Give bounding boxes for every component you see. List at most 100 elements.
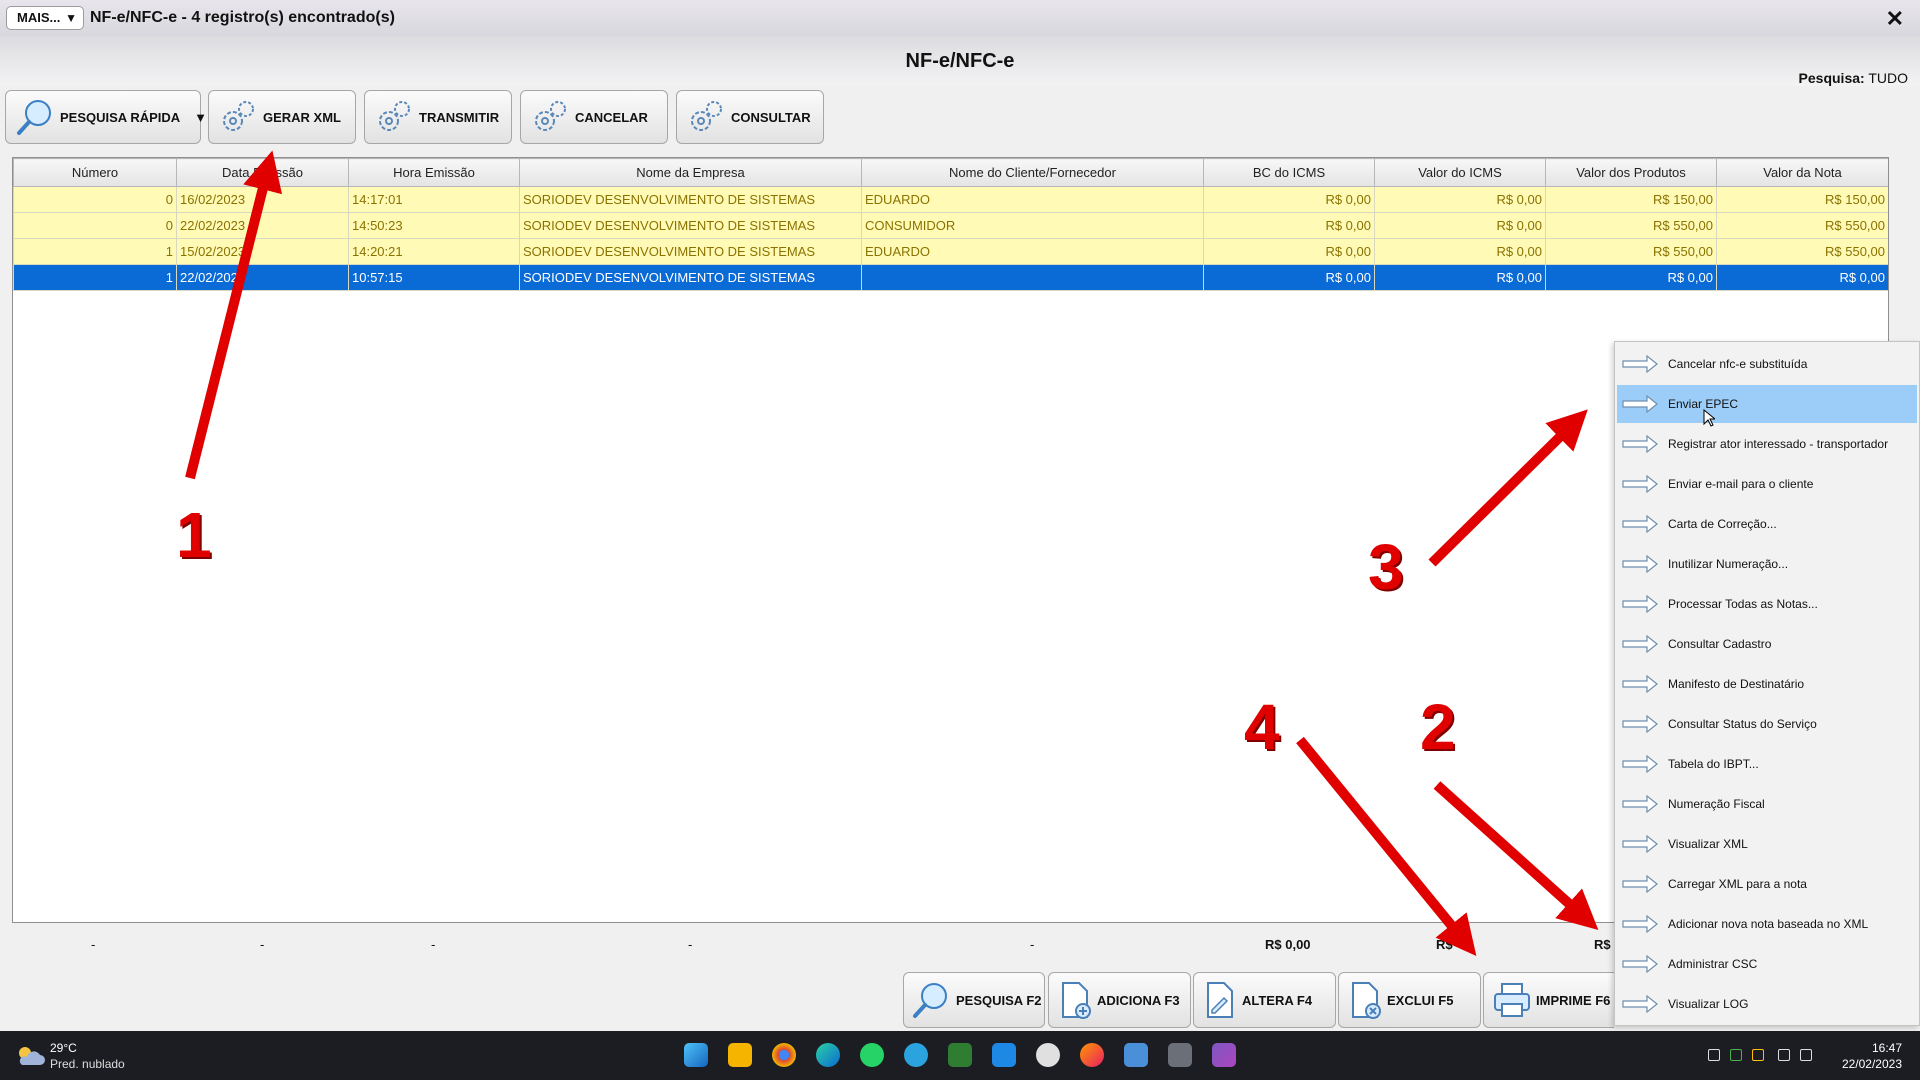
generate-xml-button[interactable]: GERAR XML [208,90,356,144]
menu-item-label: Numeração Fiscal [1668,797,1765,811]
column-header[interactable]: Nome da Empresa [519,158,862,187]
cancel-button[interactable]: CANCELAR [520,90,668,144]
spreadsheet-icon[interactable] [948,1043,972,1067]
column-header[interactable]: BC do ICMS [1203,158,1375,187]
arrow-right-icon [1622,355,1658,373]
menu-item-registrar-ator[interactable]: Registrar ator interessado - transportad… [1617,425,1917,463]
video-editor-icon[interactable] [1212,1043,1236,1067]
search-f2-button[interactable]: PESQUISA F2 [903,972,1045,1028]
menu-item-carta-correcao[interactable]: Carta de Correção... [1617,505,1917,543]
quick-search-button[interactable]: PESQUISA RÁPIDA ▼ [5,90,207,144]
column-header[interactable]: Valor dos Produtos [1545,158,1717,187]
total-dash: - [260,937,265,952]
menu-item-inutilizar[interactable]: Inutilizar Numeração... [1617,545,1917,583]
cloud-weather-icon[interactable] [16,1045,46,1067]
title-bar: MAIS... ▼ NF-e/NFC-e - 4 registro(s) enc… [0,0,1920,36]
cell-data: 15/02/2023 [176,238,349,265]
arrow-right-icon [1622,915,1658,933]
column-header[interactable]: Valor do ICMS [1374,158,1546,187]
app-tray-icon[interactable] [1752,1049,1764,1061]
erp-app-icon[interactable] [1168,1043,1192,1067]
shield-icon[interactable] [1730,1049,1742,1061]
volume-icon[interactable] [1800,1049,1812,1061]
clock-date[interactable]: 22/02/2023 [1842,1057,1902,1071]
total-dash: - [431,937,436,952]
total-valor-produtos: R$ [1594,937,1611,952]
column-header[interactable]: Valor da Nota [1716,158,1888,187]
invoice-grid[interactable]: Número Data Emissão Hora Emissão Nome da… [12,157,1889,923]
table-row-selected[interactable]: 1 22/02/2023 10:57:15 SORIODEV DESENVOLV… [13,264,1888,291]
table-row[interactable]: 1 15/02/2023 14:20:21 SORIODEV DESENVOLV… [13,238,1888,265]
clock-time[interactable]: 16:47 [1872,1041,1902,1055]
menu-item-enviar-email[interactable]: Enviar e-mail para o cliente [1617,465,1917,503]
printer-icon [1494,983,1530,1017]
search-scope: Pesquisa: TUDO [1799,70,1908,86]
cell-valor-produtos: R$ 550,00 [1545,238,1717,265]
cell-empresa: SORIODEV DESENVOLVIMENTO DE SISTEMAS [519,264,862,291]
cell-valor-produtos: R$ 150,00 [1545,186,1717,213]
menu-item-label: Inutilizar Numeração... [1668,557,1789,571]
more-menu-button[interactable]: MAIS... ▼ [6,6,84,30]
menu-item-status-servico[interactable]: Consultar Status do Serviço [1617,705,1917,743]
app-icon[interactable] [992,1043,1016,1067]
menu-item-processar[interactable]: Processar Todas as Notas... [1617,585,1917,623]
gear-icon [535,101,566,131]
edge-icon[interactable] [816,1043,840,1067]
weather-temperature: 29°C [50,1041,77,1055]
table-row[interactable]: 0 22/02/2023 14:50:23 SORIODEV DESENVOLV… [13,212,1888,239]
cell-bc-icms: R$ 0,00 [1203,212,1375,239]
column-header[interactable]: Hora Emissão [348,158,520,187]
arrow-right-icon [1622,675,1658,693]
app-icon[interactable] [1036,1043,1060,1067]
delete-f5-button[interactable]: EXCLUI F5 [1338,972,1481,1028]
annotation-number-1: 1 [176,499,212,571]
cell-valor-produtos: R$ 550,00 [1545,212,1717,239]
arrow-right-icon [1622,995,1658,1013]
generate-xml-label: GERAR XML [263,109,341,125]
network-icon[interactable] [1778,1049,1790,1061]
table-row[interactable]: 0 16/02/2023 14:17:01 SORIODEV DESENVOLV… [13,186,1888,213]
menu-item-carregar-xml[interactable]: Carregar XML para a nota [1617,865,1917,903]
cell-cliente: CONSUMIDOR [861,212,1204,239]
menu-item-visualizar-xml[interactable]: Visualizar XML [1617,825,1917,863]
transmit-button[interactable]: TRANSMITIR [364,90,512,144]
menu-item-manifesto[interactable]: Manifesto de Destinatário [1617,665,1917,703]
edit-f4-button[interactable]: ALTERA F4 [1193,972,1336,1028]
edit-f4-label: ALTERA F4 [1242,992,1313,1008]
chrome-icon[interactable] [772,1043,796,1067]
print-f6-label: IMPRIME F6 [1536,992,1611,1008]
menu-item-cancelar-nfce[interactable]: Cancelar nfc-e substituída [1617,345,1917,383]
telegram-icon[interactable] [904,1043,928,1067]
usb-icon[interactable] [1708,1049,1720,1061]
menu-item-tabela-ibpt[interactable]: Tabela do IBPT... [1617,745,1917,783]
close-icon[interactable]: ✕ [1886,6,1904,32]
notepad-icon[interactable] [1124,1043,1148,1067]
file-explorer-icon[interactable] [728,1043,752,1067]
firefox-icon[interactable] [1080,1043,1104,1067]
menu-item-visualizar-log[interactable]: Visualizar LOG [1617,985,1917,1023]
column-header[interactable]: Data Emissão [176,158,349,187]
menu-item-consultar-cadastro[interactable]: Consultar Cadastro [1617,625,1917,663]
annotation-number-4: 4 [1244,691,1280,763]
annotation-number-3: 3 [1368,531,1404,603]
menu-item-enviar-epec[interactable]: Enviar EPEC [1617,385,1917,427]
cell-valor-nota: R$ 150,00 [1716,186,1888,213]
add-f3-button[interactable]: ADICIONA F3 [1048,972,1191,1028]
windows-start-icon[interactable] [684,1043,708,1067]
menu-item-label: Processar Todas as Notas... [1668,597,1818,611]
arrow-right-icon [1622,795,1658,813]
menu-item-numeracao-fiscal[interactable]: Numeração Fiscal [1617,785,1917,823]
menu-item-adicionar-nota-xml[interactable]: Adicionar nova nota baseada no XML [1617,905,1917,943]
column-header[interactable]: Nome do Cliente/Fornecedor [861,158,1204,187]
whatsapp-icon[interactable] [860,1043,884,1067]
cell-cliente [861,264,1204,291]
arrow-right-icon [1622,515,1658,533]
column-header[interactable]: Número [13,158,177,187]
menu-item-administrar-csc[interactable]: Administrar CSC [1617,945,1917,983]
chevron-down-icon[interactable]: ▼ [194,110,207,125]
query-button[interactable]: CONSULTAR [676,90,824,144]
add-document-icon [1062,982,1091,1019]
print-f6-button[interactable]: IMPRIME F6 [1483,972,1614,1028]
cell-valor-icms: R$ 0,00 [1374,264,1546,291]
arrow-right-icon [1622,395,1658,413]
